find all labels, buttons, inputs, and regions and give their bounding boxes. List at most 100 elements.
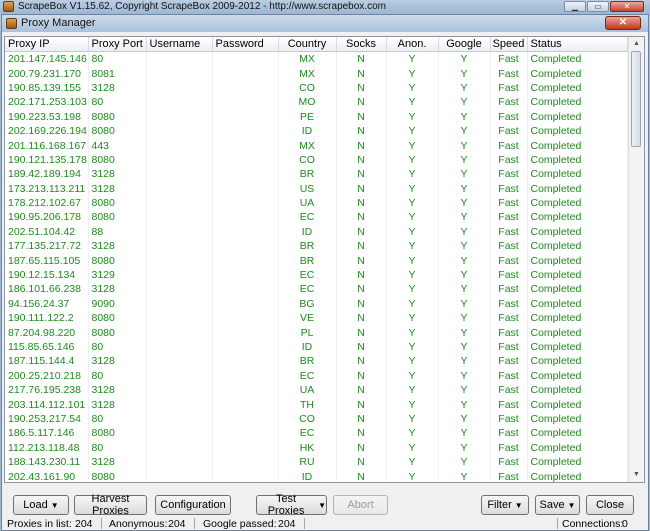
column-header-password[interactable]: Password [212,37,279,52]
test-proxies-button[interactable]: Test Proxies ▼ [256,493,327,517]
column-header-username[interactable]: Username [146,37,213,52]
cell-password [212,397,279,412]
table-row[interactable]: 186.5.117.146 8080 EC N Y Y Fast Completed [5,426,628,441]
cell-speed: Fast [490,253,528,268]
table-row[interactable]: 190.111.122.2 8080 VE N Y Y Fast Completed [5,311,628,326]
table-row[interactable]: 186.101.66.238 3128 EC N Y Y Fast Completed [5,282,628,297]
cell-status: Completed [527,239,628,254]
column-header-status[interactable]: Status [527,37,628,52]
scroll-up-icon[interactable]: ▲ [629,37,644,51]
cell-google: Y [438,440,491,455]
table-row[interactable]: 189.42.189.194 3128 BR N Y Y Fast Completed [5,167,628,182]
table-row[interactable]: 187.65.115.105 8080 BR N Y Y Fast Completed [5,253,628,268]
table-row[interactable]: 190.253.217.54 80 CO N Y Y Fast Completed [5,411,628,427]
table-row[interactable]: 190.223.53.198 8080 PE N Y Y Fast Completed [5,109,628,124]
filter-button[interactable]: Filter ▼ [481,495,529,515]
cell-status: Completed [527,224,628,240]
scrollbar-thumb[interactable] [631,51,641,147]
app-close-button[interactable]: ✕ [610,1,644,12]
cell-anon: Y [386,426,439,441]
table-row[interactable]: 177.135.217.72 3128 BR N Y Y Fast Completed [5,239,628,254]
table-row[interactable]: 202.171.253.103 80 MO N Y Y Fast Completed [5,95,628,110]
column-header-google[interactable]: Google [438,37,491,52]
vertical-scrollbar[interactable]: ▲ ▼ [628,37,644,482]
cell-proxy-ip: 190.121.135.178 [5,152,89,168]
column-header-anon[interactable]: Anon. [386,37,439,52]
cell-speed: Fast [490,311,528,326]
column-header-country[interactable]: Country [278,37,337,52]
app-title-bar: ScrapeBox V1.15.62, Copyright ScrapeBox … [0,0,650,14]
table-row[interactable]: 190.121.135.178 8080 CO N Y Y Fast Completed [5,152,628,168]
column-header-socks[interactable]: Socks [336,37,387,52]
status-separator [194,518,195,529]
cell-username [146,311,213,326]
cell-proxy-ip: 202.169.226.194 [5,123,89,139]
table-row[interactable]: 187.115.144.4 3128 BR N Y Y Fast Completed [5,354,628,369]
table-row[interactable]: 190.12.15.134 3129 EC N Y Y Fast Completed [5,267,628,283]
table-row[interactable]: 188.143.230.11 3128 RU N Y Y Fast Completed [5,454,628,470]
cell-anon: Y [386,195,439,211]
table-row[interactable]: 201.147.145.146 80 MX N Y Y Fast Completed [5,51,628,67]
table-row[interactable]: 190.85.139.155 3128 CO N Y Y Fast Completed [5,80,628,96]
table-row[interactable]: 202.51.104.42 88 ID N Y Y Fast Completed [5,224,628,240]
close-button[interactable]: Close [586,495,634,515]
cell-socks: N [336,469,387,482]
table-row[interactable]: 190.95.206.178 8080 EC N Y Y Fast Completed [5,210,628,225]
cell-status: Completed [527,195,628,211]
column-header-proxy-port[interactable]: Proxy Port [88,37,147,52]
cell-google: Y [438,66,491,81]
table-row[interactable]: 200.25.210.218 80 EC N Y Y Fast Completed [5,368,628,383]
table-row[interactable]: 178.212.102.67 8080 UA N Y Y Fast Completed [5,195,628,211]
cell-socks: N [336,411,387,427]
table-row[interactable]: 202.43.161.90 8080 ID N Y Y Fast Completed [5,469,628,482]
cell-google: Y [438,152,491,168]
table-row[interactable]: 115.85.65.146 80 ID N Y Y Fast Completed [5,339,628,355]
column-header-speed[interactable]: Speed [490,37,528,52]
cell-status: Completed [527,454,628,470]
harvest-proxies-button[interactable]: Harvest Proxies [74,493,147,517]
cell-socks: N [336,296,387,312]
cell-proxy-port: 3128 [88,167,147,182]
app-minimize-button[interactable]: ▁ [564,1,586,12]
proxy-grid[interactable]: Proxy IP Proxy Port Username Password Co… [4,36,645,483]
cell-proxy-ip: 190.253.217.54 [5,411,89,427]
cell-password [212,282,279,297]
cell-google: Y [438,411,491,427]
cell-proxy-port: 3128 [88,397,147,412]
table-row[interactable]: 112.213.118.48 80 HK N Y Y Fast Completed [5,440,628,455]
table-row[interactable]: 203.114.112.101 3128 TH N Y Y Fast Completed [5,397,628,412]
cell-username [146,411,213,427]
cell-proxy-port: 80 [88,95,147,110]
column-header-proxy-ip[interactable]: Proxy IP [5,37,89,52]
cell-password [212,51,279,67]
table-row[interactable]: 94.156.24.37 9090 BG N Y Y Fast Completed [5,296,628,312]
table-row[interactable]: 217.76.195.238 3128 UA N Y Y Fast Completed [5,382,628,398]
cell-status: Completed [527,354,628,369]
cell-proxy-port: 3128 [88,354,147,369]
table-row[interactable]: 202.169.226.194 8080 ID N Y Y Fast Completed [5,123,628,139]
save-button[interactable]: Save ▼ [535,495,580,515]
cell-google: Y [438,311,491,326]
dialog-close-button[interactable]: ✕ [605,16,641,30]
configuration-button[interactable]: Configuration [155,495,231,515]
cell-proxy-ip: 200.79.231.170 [5,66,89,81]
cell-country: TH [278,397,337,412]
cell-speed: Fast [490,397,528,412]
google-passed-value: 204 [278,518,296,530]
cell-username [146,282,213,297]
cell-country: BR [278,253,337,268]
table-row[interactable]: 87.204.98.220 8080 PL N Y Y Fast Completed [5,325,628,340]
connections-value: 0 [622,518,628,530]
table-row[interactable]: 173.213.113.211 3128 US N Y Y Fast Completed [5,181,628,196]
scroll-down-icon[interactable]: ▼ [629,468,644,482]
app-maximize-button[interactable]: ▭ [587,1,609,12]
cell-google: Y [438,368,491,383]
cell-country: ID [278,339,337,355]
dropdown-caret-icon: ▼ [514,500,523,510]
cell-status: Completed [527,397,628,412]
table-row[interactable]: 200.79.231.170 8081 MX N Y Y Fast Completed [5,66,628,81]
table-row[interactable]: 201.116.168.167 443 MX N Y Y Fast Completed [5,138,628,153]
abort-button[interactable]: Abort [333,495,388,515]
load-button[interactable]: Load ▼ [13,495,69,515]
cell-password [212,325,279,340]
